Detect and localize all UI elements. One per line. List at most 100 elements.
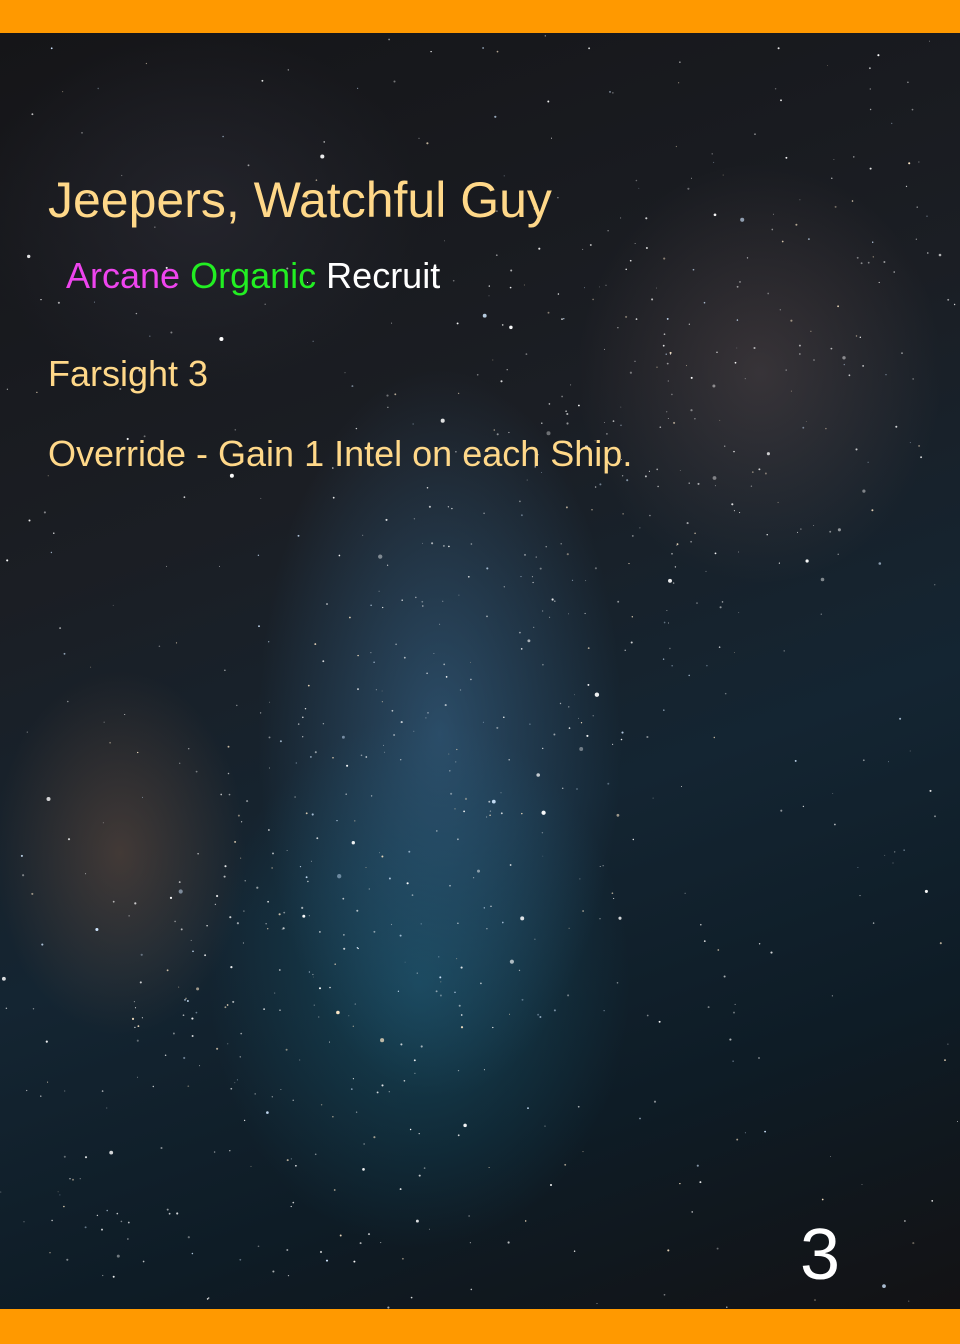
star xyxy=(444,704,447,707)
star xyxy=(224,865,227,868)
star xyxy=(440,418,445,423)
star xyxy=(250,1165,252,1167)
star xyxy=(548,403,551,405)
star xyxy=(399,758,402,761)
star xyxy=(191,1252,194,1255)
star xyxy=(448,545,450,548)
star xyxy=(663,257,666,260)
star xyxy=(351,841,355,845)
star xyxy=(265,923,267,925)
star xyxy=(322,660,325,663)
star xyxy=(805,421,807,422)
star xyxy=(346,764,349,767)
star xyxy=(509,286,512,289)
star xyxy=(802,805,805,808)
star xyxy=(457,1069,460,1072)
star xyxy=(855,335,858,337)
star xyxy=(871,509,874,512)
star xyxy=(541,831,544,834)
star xyxy=(234,1082,236,1084)
star xyxy=(267,900,269,903)
star xyxy=(594,692,600,697)
star xyxy=(180,928,183,931)
star xyxy=(527,639,531,643)
star xyxy=(771,228,774,231)
star xyxy=(594,567,597,570)
star xyxy=(753,346,756,350)
star xyxy=(381,855,384,858)
star xyxy=(541,422,543,424)
star xyxy=(136,1039,139,1042)
star xyxy=(780,99,782,102)
star xyxy=(400,721,403,724)
star xyxy=(837,305,839,308)
star xyxy=(139,981,142,984)
star xyxy=(191,1035,194,1037)
star xyxy=(292,1099,294,1101)
star xyxy=(128,915,130,917)
star xyxy=(166,969,169,972)
star xyxy=(357,688,359,691)
star xyxy=(800,528,802,530)
star xyxy=(418,1174,421,1177)
star xyxy=(23,1221,25,1223)
star xyxy=(732,1060,734,1062)
star xyxy=(464,797,468,801)
star xyxy=(920,456,923,459)
star xyxy=(533,626,535,629)
star xyxy=(301,906,304,909)
star xyxy=(574,694,575,696)
star xyxy=(420,1045,423,1048)
star xyxy=(767,292,770,295)
star xyxy=(393,733,396,737)
star xyxy=(526,479,528,481)
star xyxy=(690,376,693,379)
star xyxy=(918,444,921,447)
star xyxy=(334,963,336,965)
star xyxy=(799,199,801,201)
star xyxy=(561,318,563,321)
star xyxy=(304,707,307,710)
star xyxy=(521,812,523,815)
star xyxy=(939,942,942,945)
star xyxy=(685,365,687,367)
star xyxy=(612,743,614,745)
star xyxy=(557,293,560,295)
star xyxy=(136,1076,138,1078)
star xyxy=(766,534,768,536)
star xyxy=(442,600,444,602)
star xyxy=(50,551,53,554)
star xyxy=(53,532,55,534)
star xyxy=(534,938,536,940)
star xyxy=(375,689,377,691)
star xyxy=(544,35,546,37)
star xyxy=(140,953,143,956)
star xyxy=(439,623,441,625)
star xyxy=(204,954,207,957)
star xyxy=(5,1007,8,1010)
star xyxy=(26,731,28,733)
star xyxy=(501,324,504,326)
star xyxy=(665,353,667,355)
star xyxy=(724,445,726,447)
star xyxy=(483,907,485,909)
star xyxy=(612,420,615,422)
star xyxy=(603,1010,605,1012)
star xyxy=(305,812,308,815)
star xyxy=(420,923,422,925)
star xyxy=(467,575,470,578)
star xyxy=(271,867,273,869)
star xyxy=(219,336,224,342)
star xyxy=(848,374,851,377)
star xyxy=(582,248,584,250)
star xyxy=(599,286,600,288)
star xyxy=(616,813,620,817)
star xyxy=(472,877,475,879)
star xyxy=(500,792,502,794)
star xyxy=(813,359,815,361)
star xyxy=(325,1259,329,1262)
star xyxy=(733,1011,735,1014)
star xyxy=(834,205,837,208)
star xyxy=(458,594,460,596)
star xyxy=(332,1116,334,1118)
